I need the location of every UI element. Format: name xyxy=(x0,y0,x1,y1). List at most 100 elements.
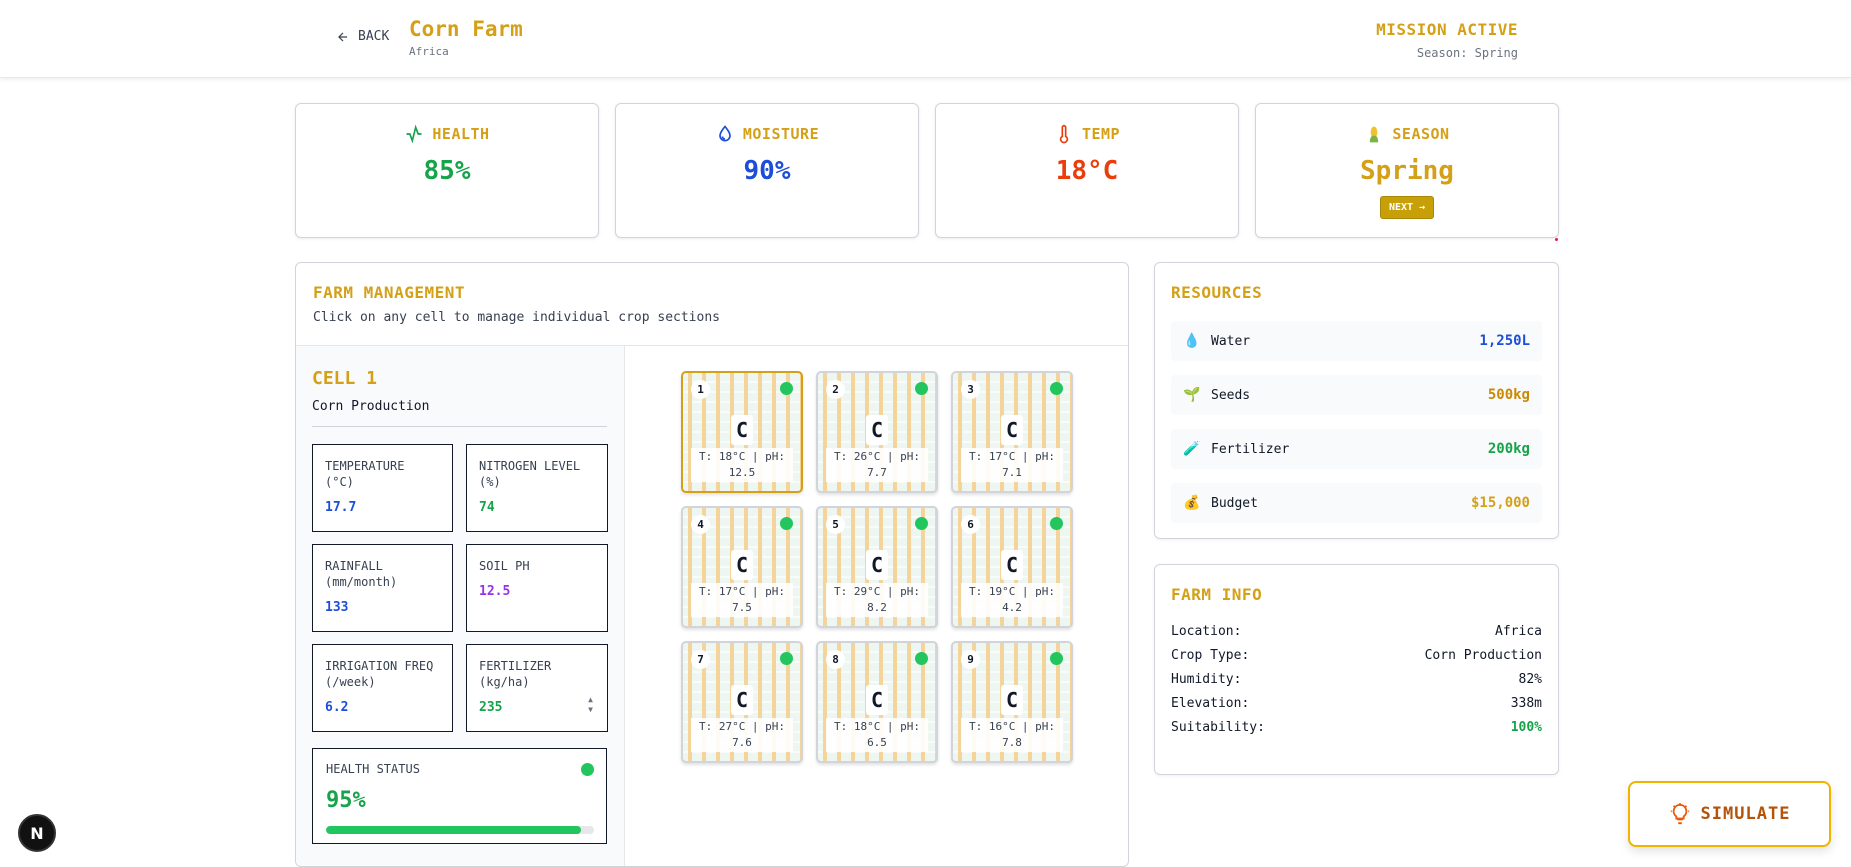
lightbulb-icon xyxy=(1670,803,1689,825)
number-stepper-icon[interactable]: ▲ ▼ xyxy=(588,695,593,715)
resource-icon: 💧 xyxy=(1183,333,1201,349)
crop-cell[interactable]: 3 C T: 17°C | pH: 7.1 xyxy=(951,371,1073,493)
cell-crop-type: Corn Production xyxy=(312,399,607,427)
moisture-stat-card: MOISTURE 90% xyxy=(615,103,919,238)
top-header: BACK Corn Farm Africa MISSION ACTIVE Sea… xyxy=(0,0,1851,78)
cell-crop-letter: C xyxy=(1000,415,1024,445)
crop-cell[interactable]: 8 C T: 18°C | pH: 6.5 xyxy=(816,641,938,763)
crop-cell[interactable]: 9 C T: 16°C | pH: 7.8 xyxy=(951,641,1073,763)
next-season-button[interactable]: NEXT → xyxy=(1379,196,1435,219)
fertilizer-field[interactable]: FERTILIZER (kg/ha) 235 ▲ ▼ xyxy=(466,644,608,732)
dev-tools-badge[interactable]: N xyxy=(18,814,56,852)
cell-number: 3 xyxy=(961,380,980,399)
crop-cell[interactable]: 4 C T: 17°C | pH: 7.5 xyxy=(681,506,803,628)
cell-crop-letter: C xyxy=(865,550,889,580)
farm-info-value: Corn Production xyxy=(1424,648,1542,663)
cell-info: T: 17°C | pH: 7.5 xyxy=(691,583,793,617)
health-stat-card: HEALTH 85% xyxy=(295,103,599,238)
cell-info: T: 18°C | pH: 6.5 xyxy=(826,718,928,752)
farm-info-value: 338m xyxy=(1510,696,1542,711)
crop-cell[interactable]: 5 C T: 29°C | pH: 8.2 xyxy=(816,506,938,628)
cell-info: T: 26°C | pH: 7.7 xyxy=(826,448,928,482)
activity-icon xyxy=(406,124,422,144)
farm-management-title: FARM MANAGEMENT xyxy=(313,283,465,302)
cell-status-dot xyxy=(780,382,793,395)
cell-number: 2 xyxy=(826,380,845,399)
health-status-card: HEALTH STATUS 95% xyxy=(312,748,607,844)
back-button[interactable]: BACK xyxy=(336,29,389,44)
resource-value: 200kg xyxy=(1487,441,1530,457)
temperature-label: TEMPERATURE (°C) xyxy=(325,459,405,489)
cell-crop-letter: C xyxy=(1000,685,1024,715)
cell-info: T: 29°C | pH: 8.2 xyxy=(826,583,928,617)
cell-status-dot xyxy=(1050,517,1063,530)
farm-info-row: Suitability: 100% xyxy=(1171,720,1542,735)
irrigation-label: IRRIGATION FREQ (/week) xyxy=(325,659,434,689)
cell-status-dot xyxy=(780,652,793,665)
fertilizer-value: 235 xyxy=(479,700,503,715)
farm-info-label: Elevation: xyxy=(1171,696,1250,711)
crop-cell[interactable]: 6 C T: 19°C | pH: 4.2 xyxy=(951,506,1073,628)
farm-info-row: Humidity: 82% xyxy=(1171,672,1542,687)
health-stat-value: 85% xyxy=(423,156,471,186)
cell-crop-letter: C xyxy=(865,685,889,715)
farm-info-value: 100% xyxy=(1510,720,1542,735)
cell-number: 8 xyxy=(826,650,845,669)
resource-name: Seeds xyxy=(1211,387,1251,403)
nitrogen-field[interactable]: NITROGEN LEVEL (%) 74 xyxy=(466,444,608,532)
cell-number: 1 xyxy=(691,380,710,399)
season-stat-label: SEASON xyxy=(1392,125,1450,143)
soil-ph-field[interactable]: SOIL PH 12.5 xyxy=(466,544,608,632)
cell-crop-letter: C xyxy=(1000,550,1024,580)
resource-name: Water xyxy=(1211,333,1251,349)
nitrogen-value: 74 xyxy=(479,500,495,515)
temperature-value: 17.7 xyxy=(325,500,357,515)
page-title: Corn Farm xyxy=(409,17,523,41)
irrigation-field[interactable]: IRRIGATION FREQ (/week) 6.2 xyxy=(312,644,453,732)
farm-info-value: 82% xyxy=(1518,672,1542,687)
soil-ph-label: SOIL PH xyxy=(479,559,530,573)
moisture-stat-value: 90% xyxy=(743,156,791,186)
cell-number: 5 xyxy=(826,515,845,534)
season-stat-value: Spring xyxy=(1360,156,1454,186)
crop-cell[interactable]: 7 C T: 27°C | pH: 7.6 xyxy=(681,641,803,763)
cell-status-dot xyxy=(915,382,928,395)
simulate-button[interactable]: SIMULATE xyxy=(1628,781,1831,847)
health-status-label: HEALTH STATUS xyxy=(326,762,420,776)
health-progress-fill xyxy=(326,826,581,834)
arrow-left-icon xyxy=(338,32,348,41)
cell-number: 9 xyxy=(961,650,980,669)
resource-name: Budget xyxy=(1211,495,1258,511)
farm-info-row: Elevation: 338m xyxy=(1171,696,1542,711)
crop-cell[interactable]: 1 C T: 18°C | pH: 12.5 xyxy=(681,371,803,493)
cell-status-dot xyxy=(780,517,793,530)
cell-info: T: 19°C | pH: 4.2 xyxy=(961,583,1063,617)
farm-management-panel: FARM MANAGEMENT Click on any cell to man… xyxy=(295,262,1129,867)
mission-status: MISSION ACTIVE xyxy=(1376,20,1518,39)
resource-value: 500kg xyxy=(1487,387,1530,403)
farm-info-row: Location: Africa xyxy=(1171,624,1542,639)
temperature-field[interactable]: TEMPERATURE (°C) 17.7 xyxy=(312,444,453,532)
rainfall-field[interactable]: RAINFALL (mm/month) 133 xyxy=(312,544,453,632)
nitrogen-label: NITROGEN LEVEL (%) xyxy=(479,459,581,489)
cell-status-dot xyxy=(915,652,928,665)
cell-status-dot xyxy=(1050,652,1063,665)
fertilizer-label: FERTILIZER (kg/ha) xyxy=(479,659,552,689)
soil-ph-value: 12.5 xyxy=(479,584,511,599)
resource-value: 1,250L xyxy=(1479,333,1530,349)
health-progress-bar xyxy=(326,826,594,834)
simulate-label: SIMULATE xyxy=(1700,804,1791,824)
cell-status-dot xyxy=(915,517,928,530)
farm-info-value: Africa xyxy=(1495,624,1542,639)
resource-icon: 💰 xyxy=(1183,495,1201,511)
indicator-dot xyxy=(1555,238,1558,241)
droplets-icon xyxy=(719,125,731,142)
crop-cell[interactable]: 2 C T: 26°C | pH: 7.7 xyxy=(816,371,938,493)
farm-info-row: Crop Type: Corn Production xyxy=(1171,648,1542,663)
farm-info-panel: FARM INFO Location: Africa Crop Type: Corn … xyxy=(1154,564,1559,775)
farm-info-label: Crop Type: xyxy=(1171,648,1250,663)
health-status-value: 95% xyxy=(326,788,366,813)
crop-grid: 1 C T: 18°C | pH: 12.5 2 C T: 26°C | pH: 7.7 3… xyxy=(681,371,1073,763)
cell-info: T: 17°C | pH: 7.1 xyxy=(961,448,1063,482)
cell-crop-letter: C xyxy=(865,415,889,445)
